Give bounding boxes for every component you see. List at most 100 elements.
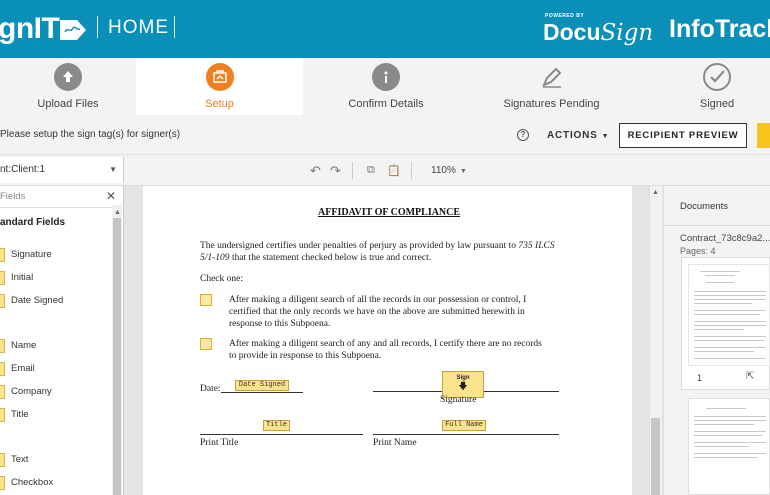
- step-label: Signatures Pending: [503, 98, 600, 110]
- paste-icon[interactable]: 📋: [387, 164, 401, 177]
- zoom-select[interactable]: 110% ▼: [431, 165, 467, 176]
- option-line: response to this Subpoena.: [229, 319, 331, 329]
- title-field-icon: [0, 408, 5, 422]
- thumbnail-text-line: [694, 336, 766, 337]
- print-name-label: Print Name: [373, 438, 417, 448]
- next-button[interactable]: [757, 123, 770, 148]
- fields-scrollbar-thumb[interactable]: [113, 218, 121, 495]
- divider: [663, 225, 770, 226]
- statute-ref: 735 ILCS: [518, 241, 555, 251]
- field-label: Company: [11, 386, 52, 397]
- step-signed[interactable]: Signed: [634, 58, 770, 115]
- toolbar-divider: [352, 162, 353, 179]
- close-icon[interactable]: ✕: [106, 189, 116, 203]
- scroll-up-icon[interactable]: ▲: [652, 189, 659, 196]
- thumbnail-text-line: [694, 435, 762, 436]
- thumbnail-text-line: [694, 321, 766, 322]
- arrow-down-icon: 🡇: [458, 381, 468, 391]
- option-line: After making a diligent search of all th…: [229, 295, 527, 305]
- document-page-count: Pages: 4: [680, 246, 716, 256]
- field-label: Initial: [11, 272, 34, 283]
- text-field-icon: [0, 453, 5, 467]
- option-2-text: After making a diligent search of any an…: [229, 338, 629, 362]
- field-label: Title: [11, 409, 29, 420]
- option-line: certified that the only records we have …: [229, 307, 525, 317]
- company-field-icon: [0, 385, 5, 399]
- signature-field-icon: [0, 248, 5, 262]
- email-field-icon: [0, 362, 5, 376]
- step-label: Setup: [205, 98, 234, 110]
- thumbnail-page-number: 1: [697, 373, 703, 383]
- thumbnail-text-line: [694, 442, 766, 443]
- print-name-line: [373, 434, 559, 435]
- infotrack-logo: InfoTrack: [669, 15, 770, 43]
- zoom-value: 110%: [431, 165, 456, 176]
- full-name-tag[interactable]: Full Name: [442, 420, 486, 431]
- thumbnail-text-line: [694, 416, 766, 417]
- header-divider: [97, 16, 98, 38]
- field-email[interactable]: Email: [0, 361, 110, 377]
- date-signed-tag[interactable]: Date Signed: [235, 380, 289, 391]
- docusign-sign: Sign: [600, 20, 654, 46]
- thumbnail-text-line: [705, 275, 735, 276]
- scroll-up-icon[interactable]: ▲: [114, 209, 121, 216]
- fields-search-input[interactable]: Fields: [0, 188, 112, 205]
- field-label: Date Signed: [11, 295, 64, 306]
- statute-ref: 5/1-109: [200, 253, 230, 263]
- step-signatures-pending[interactable]: Signatures Pending: [469, 58, 634, 115]
- checkbox-tag[interactable]: [200, 338, 212, 350]
- redo-icon[interactable]: ↷: [330, 163, 341, 179]
- help-icon[interactable]: ?: [517, 129, 529, 141]
- thumbnail-text-line: [694, 446, 749, 447]
- chevron-down-icon: ▼: [109, 165, 117, 174]
- field-text[interactable]: Text: [0, 452, 110, 468]
- documents-title: Documents: [680, 201, 729, 212]
- fields-group-title: andard Fields: [0, 217, 66, 228]
- upload-icon: [54, 63, 82, 91]
- pen-icon: [538, 63, 566, 91]
- field-checkbox[interactable]: Checkbox: [0, 475, 110, 491]
- signature-label: Signature: [440, 395, 477, 405]
- print-title-label: Print Title: [200, 438, 239, 448]
- checkbox-tag[interactable]: [200, 294, 212, 306]
- copy-icon[interactable]: ⧉: [367, 164, 375, 177]
- title-tag[interactable]: Title: [263, 420, 290, 431]
- step-setup[interactable]: Setup: [136, 58, 303, 115]
- thumbnail-text-line: [706, 282, 734, 283]
- undo-icon[interactable]: ↶: [310, 163, 321, 179]
- external-open-icon[interactable]: ⇱: [746, 371, 754, 382]
- thumbnail-text-line: [694, 351, 754, 352]
- intro-paragraph: The undersigned certifies under penaltie…: [200, 240, 625, 264]
- step-upload-files[interactable]: Upload Files: [0, 58, 136, 115]
- thumbnail-text-line: [694, 299, 766, 300]
- field-date-signed[interactable]: Date Signed: [0, 293, 110, 309]
- thumbnail-text-line: [694, 291, 766, 292]
- field-label: Text: [11, 454, 29, 465]
- field-initial[interactable]: Initial: [0, 270, 110, 286]
- document-scrollbar-thumb[interactable]: [651, 418, 660, 495]
- home-link[interactable]: HOME: [108, 17, 169, 39]
- step-confirm-details[interactable]: Confirm Details: [303, 58, 469, 115]
- recipient-preview-button[interactable]: RECIPIENT PREVIEW: [619, 123, 747, 148]
- recipient-select[interactable]: nt:Client:1 ▼: [0, 157, 124, 183]
- step-label: Confirm Details: [348, 98, 424, 110]
- field-company[interactable]: Company: [0, 384, 110, 400]
- brand-logo-text: gnIT: [0, 12, 60, 45]
- document-name[interactable]: Contract_73c8c9a2...: [680, 233, 770, 244]
- step-label: Upload Files: [37, 98, 99, 110]
- thumbnail-text-line: [694, 340, 764, 341]
- more-icon[interactable]: ⋮: [766, 371, 770, 382]
- brand-arrow-icon: [60, 20, 86, 40]
- recipient-select-value: nt:Client:1: [0, 164, 46, 175]
- thumbnail-text-line: [694, 358, 766, 359]
- divider: [0, 207, 112, 208]
- field-label: Signature: [11, 249, 52, 260]
- field-title[interactable]: Title: [0, 407, 110, 423]
- thumbnail-text-line: [694, 314, 760, 315]
- option-line: After making a diligent search of any an…: [229, 339, 542, 349]
- field-signature[interactable]: Signature: [0, 247, 110, 263]
- field-name[interactable]: Name: [0, 338, 110, 354]
- intro-text: The undersigned certifies under penaltie…: [200, 241, 519, 251]
- checkbox-field-icon: [0, 476, 5, 490]
- actions-menu[interactable]: ACTIONS ▼: [547, 130, 609, 141]
